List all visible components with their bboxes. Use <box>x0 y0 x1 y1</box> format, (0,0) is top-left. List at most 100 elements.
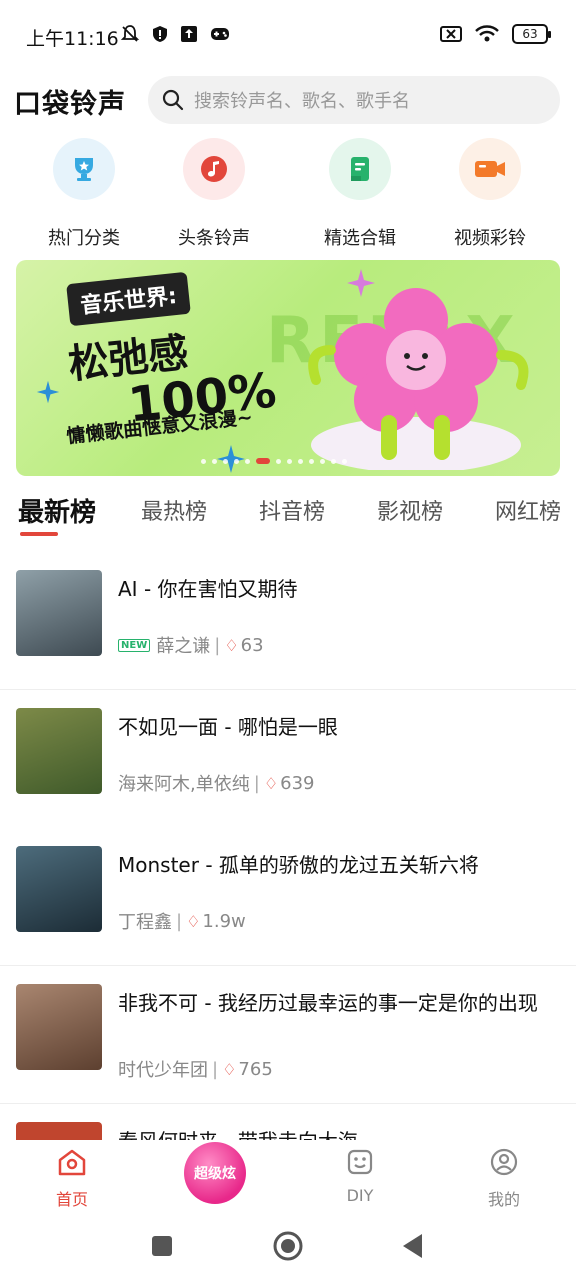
song-artist: 丁程鑫 <box>118 912 172 933</box>
play-count: 765 <box>238 1058 273 1080</box>
song-title: 非我不可 - 我经历过最幸运的事一定是你的出现 <box>118 991 538 1015</box>
separator: | <box>253 772 260 794</box>
super-cool-label: 超级炫 <box>194 1166 236 1182</box>
diy-face-icon <box>347 1149 373 1175</box>
tab-hottest[interactable]: 最热榜 <box>141 494 207 526</box>
list-item[interactable]: AI - 你在害怕又期待 NEW 薛之谦 | ♢ 63 <box>0 552 576 690</box>
song-title: Monster - 孤单的骄傲的龙过五关斩六将 <box>118 853 479 877</box>
status-icons-left <box>120 24 230 44</box>
category-video[interactable]: 视频彩铃 <box>430 138 550 250</box>
trophy-icon <box>53 138 115 200</box>
song-meta: NEW 薛之谦 | ♢ 63 <box>118 632 264 658</box>
category-shortcuts: 热门分类 头条铃声 精选合辑 视频彩铃 <box>0 138 576 256</box>
song-meta: 海来阿木,单依纯 | ♢ 639 <box>118 770 315 796</box>
bottom-navigation: 首页 超级炫 DIY 我的 <box>0 1140 576 1216</box>
category-hot[interactable]: 热门分类 <box>24 138 144 250</box>
pagination-dot <box>309 458 314 464</box>
status-time: 上午11:16 <box>26 28 119 50</box>
list-item[interactable]: 不如见一面 - 哪怕是一眼 海来阿木,单依纯 | ♢ 639 <box>0 690 576 828</box>
video-camera-icon <box>459 138 521 200</box>
chart-tabs: 最新榜 最热榜 抖音榜 影视榜 网红榜 <box>0 494 576 542</box>
song-artist: 时代少年团 <box>118 1060 208 1081</box>
shield-icon <box>153 26 167 42</box>
pagination-dot <box>223 458 228 464</box>
active-tab-indicator <box>20 532 58 536</box>
separator: | <box>214 634 221 656</box>
fire-icon: ♢ <box>222 1059 237 1079</box>
promo-banner[interactable]: RELAX 音乐世界: 松弛感 100% 慵懒歌曲惬意又浪漫~ <box>16 260 560 476</box>
pagination-dot <box>342 458 347 464</box>
play-count: 63 <box>240 634 264 656</box>
song-title: AI - 你在害怕又期待 <box>118 577 298 601</box>
album-cover <box>16 708 102 794</box>
song-meta: 时代少年团 | ♢ 765 <box>118 1056 273 1082</box>
back-icon[interactable] <box>400 1232 426 1260</box>
separator: | <box>212 1058 219 1080</box>
app-title: 口袋铃声 <box>14 89 126 120</box>
list-item[interactable]: 春风何时来 - 带我走向大海 <box>0 1104 576 1140</box>
song-title: 春风何时来 - 带我走向大海 <box>118 1122 548 1140</box>
album-book-icon <box>329 138 391 200</box>
separator: | <box>176 910 183 932</box>
song-title: 不如见一面 - 哪怕是一眼 <box>118 715 338 739</box>
category-label: 头条铃声 <box>178 228 250 249</box>
pagination-dot <box>276 458 281 464</box>
search-input[interactable]: 搜索铃声名、歌名、歌手名 <box>148 76 560 124</box>
bell-off-icon <box>120 25 140 42</box>
sim-off-icon <box>440 26 462 42</box>
category-headline[interactable]: 头条铃声 <box>154 138 274 250</box>
list-item[interactable]: 非我不可 - 我经历过最幸运的事一定是你的出现 时代少年团 | ♢ 765 <box>0 966 576 1104</box>
nav-label: 首页 <box>55 1190 88 1209</box>
play-count: 1.9w <box>202 910 246 932</box>
list-item[interactable]: Monster - 孤单的骄傲的龙过五关斩六将 丁程鑫 | ♢ 1.9w <box>0 828 576 966</box>
pagination-dot <box>331 458 336 464</box>
category-collection[interactable]: 精选合辑 <box>300 138 420 250</box>
super-cool-button[interactable]: 超级炫 <box>184 1142 246 1204</box>
album-cover <box>16 984 102 1070</box>
song-meta: 丁程鑫 | ♢ 1.9w <box>118 908 246 934</box>
recents-icon[interactable] <box>150 1234 174 1258</box>
category-label: 热门分类 <box>48 228 120 249</box>
pagination-dot <box>298 458 303 464</box>
pagination-dot <box>234 458 239 464</box>
song-artist: 薛之谦 <box>156 636 211 657</box>
star-icon <box>347 269 375 297</box>
song-artist: 海来阿木,单依纯 <box>118 774 250 795</box>
pagination-dot <box>287 458 292 464</box>
nav-label: DIY <box>346 1186 374 1205</box>
banner-pagination <box>201 458 347 464</box>
new-badge: NEW <box>118 638 151 652</box>
star-icon <box>36 380 60 404</box>
tab-influencer[interactable]: 网红榜 <box>495 494 561 526</box>
album-cover <box>16 1122 102 1140</box>
home-circle-icon[interactable] <box>272 1230 304 1262</box>
tab-latest[interactable]: 最新榜 <box>18 492 96 529</box>
tab-douyin[interactable]: 抖音榜 <box>259 494 325 526</box>
fire-icon: ♢ <box>186 911 201 931</box>
search-placeholder: 搜索铃声名、歌名、歌手名 <box>194 91 410 112</box>
pagination-dot <box>212 458 217 464</box>
upload-icon <box>181 26 197 42</box>
pagination-dot <box>201 458 206 464</box>
pagination-dot-active <box>256 458 270 464</box>
flower-mascot-icon <box>308 288 529 470</box>
battery-level: 63 <box>522 27 538 41</box>
fire-icon: ♢ <box>224 635 239 655</box>
tab-film-tv[interactable]: 影视榜 <box>377 494 443 526</box>
banner-tag: 音乐世界: <box>66 271 191 327</box>
home-icon <box>58 1149 86 1176</box>
system-navigation-bar <box>0 1216 576 1280</box>
wifi-icon <box>475 25 499 42</box>
category-label: 精选合辑 <box>324 228 396 249</box>
album-cover <box>16 846 102 932</box>
user-icon <box>490 1148 518 1176</box>
status-icons-right: 63 <box>440 24 551 44</box>
album-cover <box>16 570 102 656</box>
nav-home[interactable]: 首页 <box>32 1148 112 1210</box>
music-note-icon <box>183 138 245 200</box>
battery-icon: 63 <box>512 24 551 44</box>
nav-diy[interactable]: DIY <box>320 1148 400 1205</box>
nav-label: 我的 <box>487 1190 520 1209</box>
fire-icon: ♢ <box>263 773 279 793</box>
nav-mine[interactable]: 我的 <box>464 1148 544 1210</box>
